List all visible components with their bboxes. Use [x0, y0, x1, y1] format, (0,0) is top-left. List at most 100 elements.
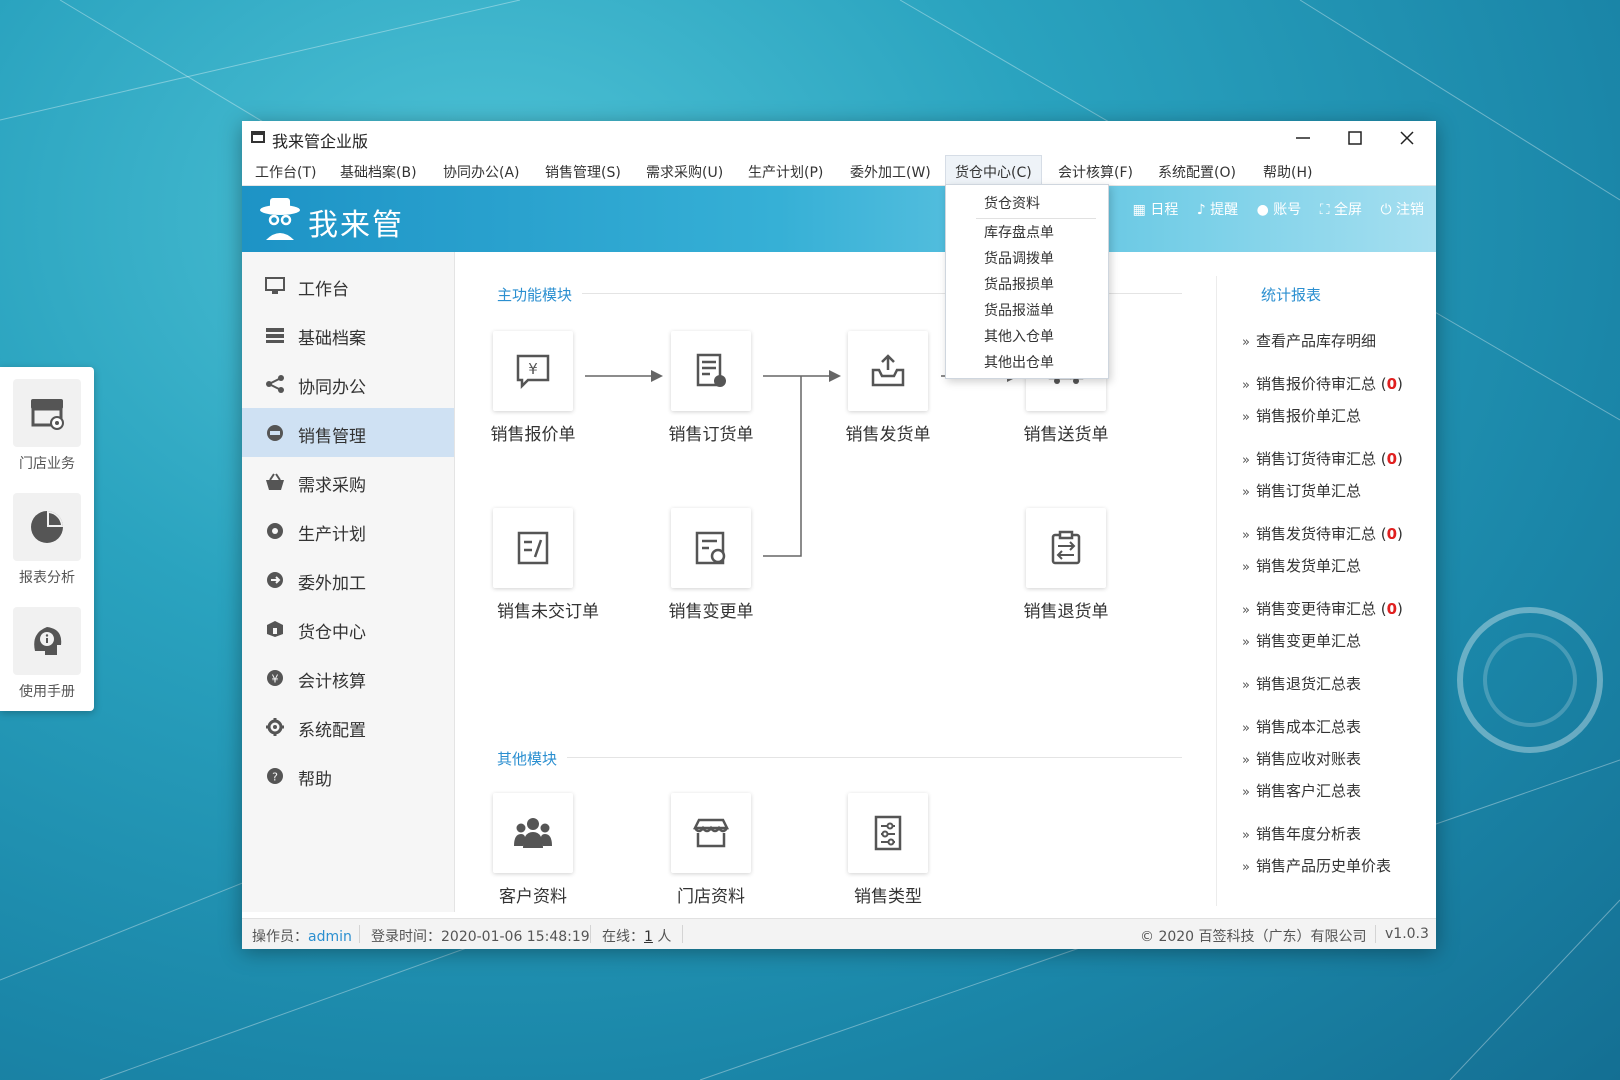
double-chevron-icon: »: [1242, 378, 1250, 393]
close-icon: [1400, 131, 1414, 145]
pie-chart-icon: [13, 493, 81, 561]
sidebar-item-purchasing[interactable]: 需求采购: [242, 457, 454, 506]
pending-order-icon: [493, 508, 573, 588]
share-icon: [264, 374, 286, 394]
sidebar-item-sales[interactable]: 销售管理: [242, 408, 454, 457]
dropdown-item-warehouse-data[interactable]: 货仓资料: [984, 193, 1040, 213]
monitor-icon: [264, 276, 286, 296]
fullscreen-link[interactable]: ⛶ 全屏: [1320, 202, 1362, 218]
schedule-link[interactable]: ▦ 日程: [1133, 202, 1179, 218]
menu-basic-archives[interactable]: 基础档案(B): [340, 162, 417, 182]
module-sales-quote[interactable]: ¥ 销售报价单: [483, 331, 583, 445]
menu-help[interactable]: 帮助(H): [1263, 162, 1312, 182]
report-link-inventory-detail[interactable]: » 查看产品库存明细: [1242, 330, 1376, 351]
report-label: 查看产品库存明细: [1255, 332, 1376, 350]
online-unit: 人: [657, 929, 672, 945]
report-link-change-pending[interactable]: » 销售变更待审汇总 (0): [1242, 598, 1403, 619]
report-link-receivable-reconciliation[interactable]: » 销售应收对账表: [1242, 748, 1361, 769]
double-chevron-icon: »: [1242, 335, 1250, 350]
menu-accounting[interactable]: 会计核算(F): [1058, 162, 1133, 182]
svg-text:¥: ¥: [528, 360, 538, 378]
dropdown-item-loss[interactable]: 货品报损单: [984, 274, 1054, 294]
report-label: 销售年度分析表: [1255, 825, 1361, 843]
sidebar-item-collaboration[interactable]: 协同办公: [242, 359, 454, 408]
flow-arrow-icon: [585, 370, 663, 382]
sidebar-item-basic-archives[interactable]: 基础档案: [242, 310, 454, 359]
login-info: 登录时间：2020-01-06 15:48:19: [371, 926, 590, 946]
double-chevron-icon: »: [1242, 528, 1250, 543]
store-settings-icon: [13, 379, 81, 447]
close-button[interactable]: [1382, 124, 1432, 152]
sidebar-item-outsourcing[interactable]: 委外加工: [242, 555, 454, 604]
module-store-data[interactable]: 门店资料: [661, 793, 761, 907]
dropdown-item-other-outbound[interactable]: 其他出仓单: [984, 352, 1054, 372]
report-link-quote-summary[interactable]: » 销售报价单汇总: [1242, 405, 1361, 426]
dropdown-item-transfer[interactable]: 货品调拨单: [984, 248, 1054, 268]
double-chevron-icon: »: [1242, 603, 1250, 618]
sidebar-item-production[interactable]: 生产计划: [242, 506, 454, 555]
report-link-quote-pending[interactable]: » 销售报价待审汇总 (0): [1242, 373, 1403, 394]
report-link-shipment-summary[interactable]: » 销售发货单汇总: [1242, 555, 1361, 576]
report-link-annual-analysis[interactable]: » 销售年度分析表: [1242, 823, 1361, 844]
report-link-return-summary[interactable]: » 销售退货汇总表: [1242, 673, 1361, 694]
menu-system-config[interactable]: 系统配置(O): [1158, 162, 1236, 182]
module-customer-data[interactable]: 客户资料: [483, 793, 583, 907]
top-links: ▦ 日程 ♪ 提醒 ● 账号 ⛶ 全屏 ⏻ 注销: [1119, 199, 1424, 219]
module-label: 销售发货单: [845, 425, 931, 445]
logout-link[interactable]: ⏻ 注销: [1380, 202, 1424, 218]
report-link-change-summary[interactable]: » 销售变更单汇总: [1242, 630, 1361, 651]
report-link-order-summary[interactable]: » 销售订货单汇总: [1242, 480, 1361, 501]
menu-purchasing[interactable]: 需求采购(U): [646, 162, 723, 182]
menu-outsourcing[interactable]: 委外加工(W): [850, 162, 931, 182]
menu-collaboration[interactable]: 协同办公(A): [443, 162, 520, 182]
sidebar-item-workbench[interactable]: 工作台: [242, 261, 454, 310]
sidebar-item-help[interactable]: ? 帮助: [242, 751, 454, 800]
module-sales-return[interactable]: 销售退货单: [1016, 508, 1116, 622]
module-unfulfilled-orders[interactable]: 销售未交订单: [483, 508, 599, 622]
copyright: © 2020 百签科技（广东）有限公司: [1140, 929, 1367, 945]
menu-sales[interactable]: 销售管理(S): [545, 162, 621, 182]
module-sales-shipment[interactable]: 销售发货单: [838, 331, 938, 445]
sidebar-item-label: 生产计划: [298, 525, 366, 545]
menu-production[interactable]: 生产计划(P): [748, 162, 823, 182]
module-sales-order[interactable]: 销售订货单: [661, 331, 761, 445]
login-time: 2020-01-06 15:48:19: [441, 929, 590, 945]
module-sales-change[interactable]: 销售变更单: [661, 508, 761, 622]
change-icon: [671, 508, 751, 588]
ship-icon: [848, 331, 928, 411]
minimize-button[interactable]: [1278, 124, 1328, 152]
sidebar-item-accounting[interactable]: ¥ 会计核算: [242, 653, 454, 702]
account-link[interactable]: ● 账号: [1257, 202, 1302, 218]
report-link-cost-summary[interactable]: » 销售成本汇总表: [1242, 716, 1361, 737]
section-divider: [567, 757, 1182, 758]
reminder-link[interactable]: ♪ 提醒: [1197, 202, 1238, 218]
quick-report-analysis[interactable]: 报表分析: [0, 493, 94, 587]
double-chevron-icon: »: [1242, 753, 1250, 768]
quick-user-manual[interactable]: 使用手册: [0, 607, 94, 701]
dropdown-item-other-inbound[interactable]: 其他入仓单: [984, 326, 1054, 346]
quick-label: 使用手册: [19, 684, 75, 700]
sidebar-item-system-config[interactable]: 系统配置: [242, 702, 454, 751]
module-sales-type[interactable]: 销售类型: [838, 793, 938, 907]
report-label: 销售变更单汇总: [1255, 632, 1361, 650]
dropdown-item-stocktake[interactable]: 库存盘点单: [984, 222, 1054, 242]
quick-store-business[interactable]: 门店业务: [0, 379, 94, 473]
maximize-button[interactable]: [1330, 124, 1380, 152]
account-label: 账号: [1273, 202, 1302, 218]
menu-workbench[interactable]: 工作台(T): [255, 162, 316, 182]
dropdown-item-overflow[interactable]: 货品报溢单: [984, 300, 1054, 320]
operator-name: admin: [308, 929, 352, 945]
production-icon: [264, 521, 286, 541]
sidebar-item-warehouse[interactable]: 货仓中心: [242, 604, 454, 653]
operator-label: 操作员：: [252, 929, 308, 945]
logout-label: 注销: [1396, 202, 1424, 218]
report-link-price-history[interactable]: » 销售产品历史单价表: [1242, 855, 1391, 876]
double-chevron-icon: »: [1242, 635, 1250, 650]
quote-icon: ¥: [493, 331, 573, 411]
report-link-customer-summary[interactable]: » 销售客户汇总表: [1242, 780, 1361, 801]
report-link-shipment-pending[interactable]: » 销售发货待审汇总 (0): [1242, 523, 1403, 544]
pending-count: 0: [1386, 600, 1398, 618]
report-label: 销售客户汇总表: [1255, 782, 1361, 800]
double-chevron-icon: »: [1242, 785, 1250, 800]
report-link-order-pending[interactable]: » 销售订货待审汇总 (0): [1242, 448, 1403, 469]
